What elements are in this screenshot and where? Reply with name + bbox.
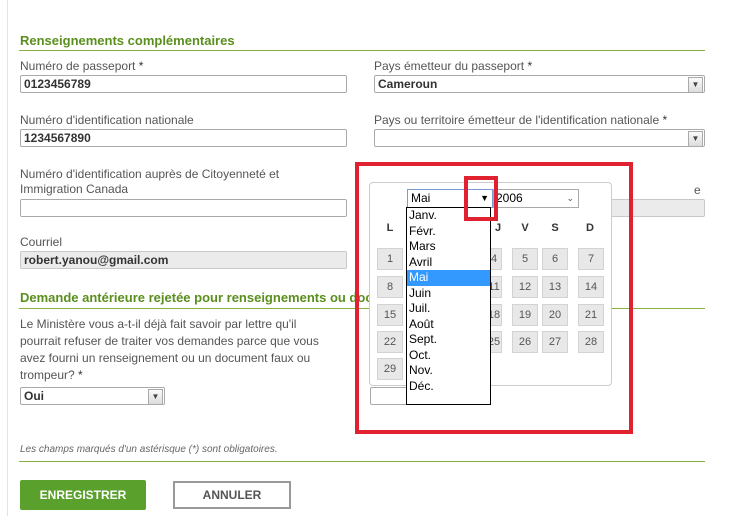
passport-country-value: Cameroun	[378, 77, 438, 91]
footer-divider	[19, 461, 705, 462]
question-line: avez fourni un renseignement ou un docum…	[20, 351, 311, 365]
misrepresentation-select[interactable]: Oui ▼	[20, 387, 165, 405]
national-id-label: Numéro d'identification nationale	[20, 113, 194, 127]
required-fields-note: Les champs marqués d'un astérisque (*) s…	[20, 444, 278, 455]
chevron-down-icon[interactable]: ▼	[148, 389, 163, 405]
national-id-country-select[interactable]: ▼	[374, 129, 705, 147]
highlight-box-month-arrow	[464, 176, 498, 221]
passport-country-select[interactable]: Cameroun ▼	[374, 75, 705, 93]
misrepresentation-value: Oui	[24, 389, 44, 403]
national-id-input[interactable]: 1234567890	[20, 129, 347, 147]
national-id-country-label: Pays ou territoire émetteur de l'identif…	[374, 113, 668, 127]
section-title-rejected-application: Demande antérieure rejetée pour renseign…	[20, 290, 373, 305]
cic-id-input[interactable]	[20, 199, 347, 217]
cic-id-label: Numéro d'identification auprès de Citoye…	[20, 167, 279, 197]
passport-number-input[interactable]: 0123456789	[20, 75, 347, 93]
email-input[interactable]: robert.yanou@gmail.com	[20, 251, 347, 269]
misrepresentation-question: Le Ministère vous a-t-il déjà fait savoi…	[20, 316, 350, 384]
section-divider	[19, 50, 705, 51]
question-line: Le Ministère vous a-t-il déjà fait savoi…	[20, 317, 297, 331]
question-line: trompeur? *	[20, 368, 83, 382]
cancel-button[interactable]: ANNULER	[173, 481, 291, 509]
chevron-down-icon[interactable]: ▼	[688, 77, 703, 93]
cic-id-label-line1: Numéro d'identification auprès de Citoye…	[20, 167, 280, 181]
passport-number-label: Numéro de passeport *	[20, 59, 144, 73]
page-left-border	[7, 0, 8, 516]
chevron-down-icon[interactable]: ▼	[688, 131, 703, 147]
section-title-additional-info: Renseignements complémentaires	[20, 33, 235, 48]
save-button[interactable]: ENREGISTRER	[20, 480, 146, 510]
hidden-field-label-fragment: e	[694, 183, 701, 197]
passport-country-label: Pays émetteur du passeport *	[374, 59, 533, 73]
question-line: pourrait refuser de traiter vos demandes…	[20, 334, 319, 348]
cic-id-label-line2: Immigration Canada	[20, 182, 129, 196]
email-label: Courriel	[20, 235, 63, 249]
